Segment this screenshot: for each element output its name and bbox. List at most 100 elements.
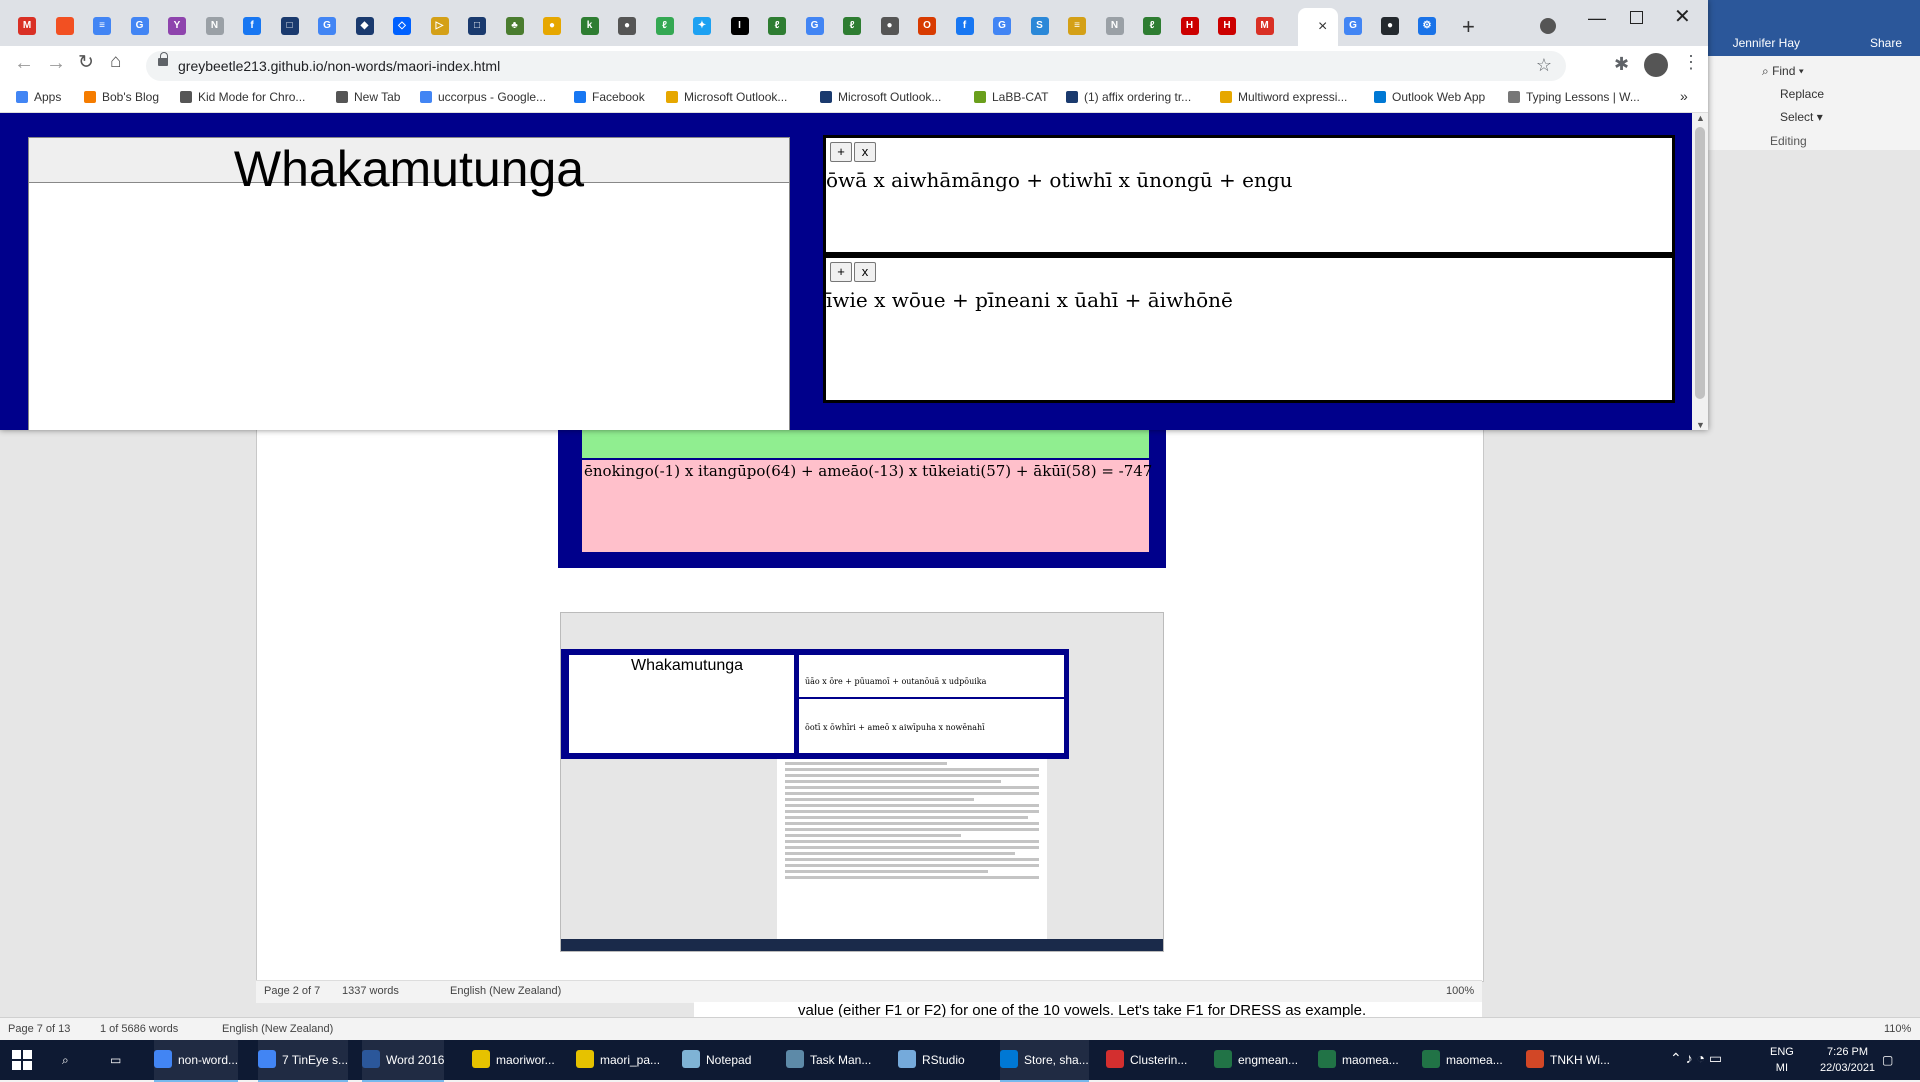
taskbar-app[interactable]: TNKH Wi... (1526, 1040, 1610, 1080)
taskbar-app[interactable]: engmean... (1214, 1040, 1298, 1080)
new-tab-button[interactable]: + (1462, 14, 1475, 40)
bookmark-item[interactable]: LaBB-CAT (974, 90, 1048, 104)
bookmark-item[interactable]: Typing Lessons | W... (1508, 90, 1640, 104)
bookmark-item[interactable]: Apps (16, 90, 61, 104)
close-tab-icon[interactable]: × (1318, 18, 1327, 36)
minimize-button[interactable]: — (1588, 8, 1606, 29)
word-share-button[interactable]: Share (1870, 36, 1902, 50)
tab-docs-icon[interactable]: ≡ (93, 17, 111, 35)
tab-globe-icon[interactable]: ● (618, 17, 636, 35)
tab-leaf-icon[interactable]: ℓ (655, 17, 674, 35)
zoom-level[interactable]: 110% (1884, 1023, 1911, 1035)
tab-new-2-icon[interactable]: N (1105, 17, 1124, 35)
taskbar-app[interactable]: Clusterin... (1106, 1040, 1187, 1080)
language-indicator[interactable]: English (New Zealand) (222, 1023, 333, 1035)
scroll-up-icon[interactable]: ▲ (1696, 113, 1705, 123)
tab-s-icon[interactable]: S (1030, 17, 1049, 35)
profile-avatar[interactable] (1644, 53, 1668, 77)
tab-shield-icon[interactable]: ◆ (355, 17, 374, 35)
tab-google-icon[interactable]: G (130, 17, 149, 35)
tab-outlook-icon[interactable]: M (18, 17, 36, 35)
close-window-button[interactable]: ✕ (1674, 4, 1691, 29)
tab-globe-2-icon[interactable]: ● (880, 17, 899, 35)
scroll-thumb[interactable] (1695, 127, 1705, 399)
tab-fork-icon[interactable]: Y (168, 17, 186, 35)
search-icon[interactable]: ⌕ (62, 1040, 69, 1080)
reload-icon[interactable]: ↻ (78, 51, 94, 74)
tab-crest-icon[interactable]: ♣ (505, 17, 524, 35)
tab-google-2-icon[interactable]: G (318, 17, 336, 35)
tab-app-2-icon[interactable]: □ (468, 17, 486, 35)
bookmark-item[interactable]: uccorpus - Google... (420, 90, 546, 104)
word-user-name[interactable]: Jennifer Hay (1733, 36, 1800, 50)
tab-search-icon[interactable] (1540, 18, 1556, 34)
bookmark-item[interactable]: Microsoft Outlook... (820, 90, 941, 104)
bookmark-item[interactable]: New Tab (336, 90, 400, 104)
tab-settings-icon[interactable]: ⚙ (1418, 17, 1436, 35)
tab-google-5-icon[interactable]: G (1344, 17, 1362, 35)
tab-hm-icon[interactable]: H (1180, 17, 1199, 35)
bookmark-item[interactable]: (1) affix ordering tr... (1066, 90, 1191, 104)
tab-microsoft-icon[interactable] (55, 17, 74, 35)
bookmark-item[interactable]: Multiword expressi... (1220, 90, 1347, 104)
tab-twitter-icon[interactable]: ✦ (693, 17, 711, 35)
tab-facebook-icon[interactable]: f (243, 17, 261, 35)
address-bar[interactable]: greybeetle213.github.io/non-words/maori-… (146, 51, 1566, 81)
tab-new-icon[interactable]: N (205, 17, 224, 35)
bookmark-item[interactable]: Outlook Web App (1374, 90, 1485, 104)
tab-office-icon[interactable]: O (918, 17, 936, 35)
taskbar-app[interactable]: Word 2016 (362, 1040, 445, 1082)
add-button[interactable]: + (830, 142, 852, 162)
scroll-down-icon[interactable]: ▼ (1696, 420, 1705, 430)
forward-arrow-icon[interactable]: → (46, 52, 66, 75)
word-select-button[interactable]: Select ▾ (1780, 110, 1823, 124)
bookmark-item[interactable]: Microsoft Outlook... (666, 90, 787, 104)
notifications-icon[interactable]: ▢ (1882, 1040, 1893, 1080)
maximize-button[interactable] (1630, 11, 1643, 24)
tab-arrow-icon[interactable]: ▷ (430, 17, 449, 35)
url-text[interactable]: greybeetle213.github.io/non-words/maori-… (178, 58, 500, 74)
remove-button[interactable]: x (854, 142, 876, 162)
tab-kupu-icon[interactable]: k (580, 17, 599, 35)
tab-outlook-2-icon[interactable]: M (1255, 17, 1274, 35)
taskbar-app[interactable]: 7 TinEye s... (258, 1040, 349, 1082)
word-count[interactable]: 1 of 5686 words (100, 1023, 178, 1035)
remove-button[interactable]: x (854, 262, 876, 282)
taskbar-app[interactable]: maoriwor... (472, 1040, 555, 1080)
extensions-puzzle-icon[interactable]: ✱ (1614, 54, 1629, 75)
home-icon[interactable]: ⌂ (110, 51, 121, 73)
taskbar-app[interactable]: Task Man... (786, 1040, 871, 1080)
windows-start-icon[interactable] (12, 1050, 32, 1070)
system-tray-icons[interactable]: ⌃ ♪ ◔ ▭ (1670, 1050, 1722, 1067)
taskbar-app[interactable]: maori_pa... (576, 1040, 660, 1080)
page-scrollbar[interactable]: ▲ ▼ (1692, 113, 1708, 430)
bookmark-item[interactable]: Kid Mode for Chro... (180, 90, 305, 104)
tab-facebook-2-icon[interactable]: f (955, 17, 974, 35)
taskbar-app[interactable]: non-word... (154, 1040, 239, 1082)
input-language[interactable]: ENG MI (1770, 1044, 1794, 1076)
bookmarks-overflow-icon[interactable]: » (1680, 88, 1688, 104)
tab-google-3-icon[interactable]: G (805, 17, 824, 35)
tab-doc-icon[interactable]: ≡ (1068, 17, 1086, 35)
tab-hm-2-icon[interactable]: H (1218, 17, 1236, 35)
taskbar-app[interactable]: Notepad (682, 1040, 751, 1080)
bookmark-star-icon[interactable]: ☆ (1536, 55, 1552, 76)
word-find-button[interactable]: ⌕ Find ▾ (1762, 64, 1804, 79)
tab-dropbox-icon[interactable]: ◇ (393, 17, 411, 35)
browser-menu-icon[interactable]: ⋮ (1682, 52, 1700, 73)
page-count[interactable]: Page 7 of 13 (8, 1023, 70, 1035)
taskbar-app[interactable]: maomea... (1422, 1040, 1503, 1080)
taskbar-app[interactable]: RStudio (898, 1040, 965, 1080)
tab-fern-2-icon[interactable]: ℓ (843, 17, 861, 35)
tab-ibt-icon[interactable]: I (730, 17, 749, 35)
taskbar-app[interactable]: maomea... (1318, 1040, 1399, 1080)
back-arrow-icon[interactable]: ← (14, 52, 34, 75)
taskbar-app[interactable]: Store, sha... (1000, 1040, 1089, 1082)
tab-coin-icon[interactable]: ● (543, 17, 561, 35)
task-view-icon[interactable]: ▭ (110, 1040, 121, 1080)
tab-fern-icon[interactable]: ℓ (768, 17, 786, 35)
word-replace-button[interactable]: Replace (1780, 87, 1824, 101)
lock-icon[interactable] (158, 52, 168, 66)
clock[interactable]: 7:26 PM 22/03/2021 (1820, 1044, 1875, 1076)
tab-fern-3-icon[interactable]: ℓ (1143, 17, 1161, 35)
